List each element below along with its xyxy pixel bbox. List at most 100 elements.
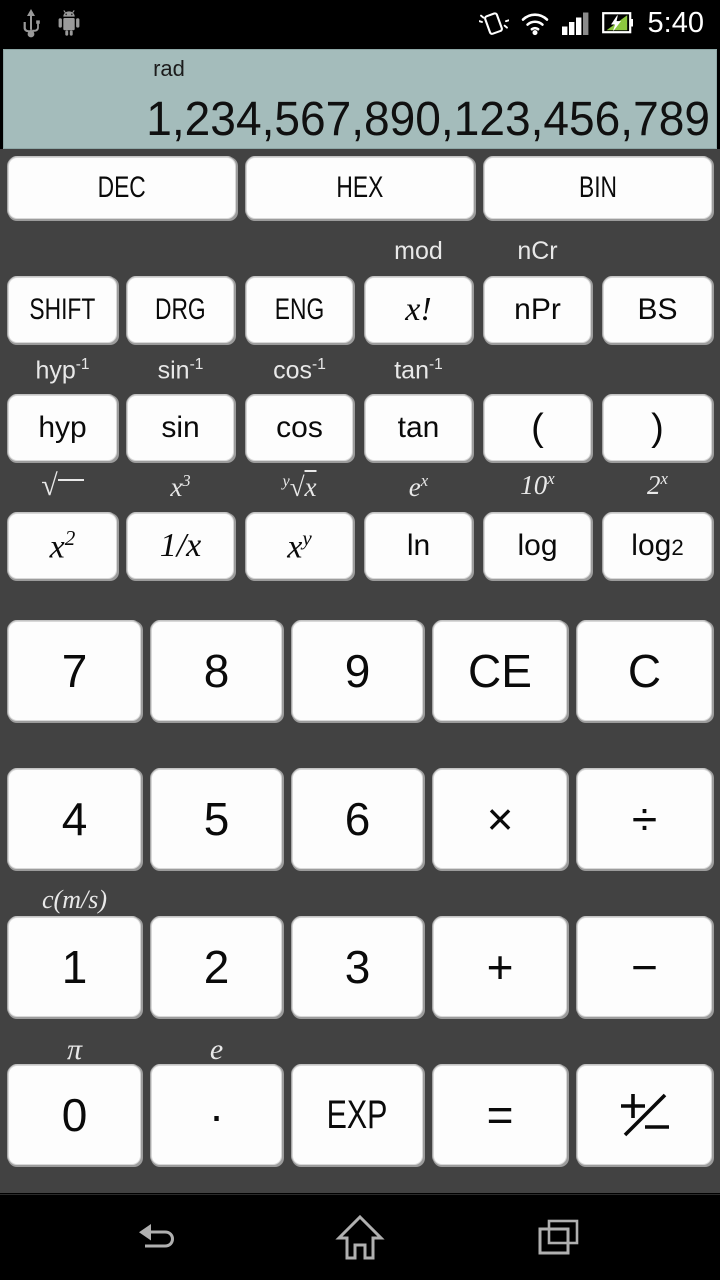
tan-button-label: tan (397, 411, 440, 444)
dec-button-label: DEC (97, 171, 147, 204)
multiply-button[interactable]: × (433, 769, 567, 869)
nav-home-button[interactable] (260, 1195, 460, 1280)
open-paren-button-label: ( (531, 407, 544, 449)
hyp-button[interactable]: hyp (8, 395, 117, 461)
exponent-button-label: EXP (327, 1093, 388, 1137)
sign-toggle-button[interactable] (577, 1065, 712, 1165)
key-0[interactable]: 0 (8, 1065, 141, 1165)
reciprocal-button[interactable]: 1/x (127, 513, 234, 579)
key-2[interactable]: 2 (151, 917, 282, 1017)
angle-mode-indicator: rad (153, 56, 185, 81)
npr-button[interactable]: nPr (484, 277, 591, 343)
key-6[interactable]: 6 (292, 769, 423, 869)
key-6-label: 6 (344, 793, 371, 845)
shift-label-hyp-inverse: hyp-1 (35, 356, 90, 385)
recents-icon (538, 1219, 579, 1255)
key-9[interactable]: 9 (292, 621, 423, 721)
calculator-display[interactable]: rad 1,234,567,890,123,456,789 (3, 49, 717, 149)
dec-button[interactable]: DEC (8, 157, 236, 219)
key-1-label: 1 (61, 941, 88, 993)
shift-label-sin-inverse: sin-1 (157, 356, 204, 385)
bin-button[interactable]: BIN (484, 157, 712, 219)
status-bar: 5:40 (0, 0, 720, 46)
eng-button[interactable]: ENG (246, 277, 353, 343)
shift-label-ncr: nCr (517, 237, 558, 265)
sign-toggle-button-label (615, 1089, 675, 1141)
ln-button[interactable]: ln (365, 513, 472, 579)
log-button-label: log (517, 529, 558, 562)
key-3-label: 3 (344, 941, 371, 993)
add-button[interactable]: + (433, 917, 567, 1017)
equals-button[interactable]: = (433, 1065, 567, 1165)
home-icon (335, 1214, 385, 1260)
android-navigation-bar (0, 1194, 720, 1280)
clear-button-label: C (627, 645, 662, 697)
plus-minus-icon (620, 1093, 669, 1137)
shift-label-pi: π (66, 1033, 83, 1066)
key-7[interactable]: 7 (8, 621, 141, 721)
back-arrow-icon (139, 1224, 174, 1248)
drg-button[interactable]: DRG (127, 277, 234, 343)
key-2-label: 2 (203, 941, 230, 993)
shift-button[interactable]: SHIFT (8, 277, 117, 343)
shift-label-x-cubed: x3 (170, 471, 191, 502)
key-1[interactable]: 1 (8, 917, 141, 1017)
hex-button[interactable]: HEX (246, 157, 474, 219)
key-3[interactable]: 3 (292, 917, 423, 1017)
display-value: 1,234,567,890,123,456,789 (146, 93, 710, 146)
cos-button[interactable]: cos (246, 395, 353, 461)
key-8-label: 8 (203, 645, 230, 697)
key-4-label: 4 (61, 793, 88, 845)
signal-icon (561, 12, 588, 35)
subtract-button[interactable]: − (577, 917, 712, 1017)
clear-entry-button-label: CE (468, 645, 532, 697)
factorial-button-label: x! (405, 291, 432, 328)
close-paren-button[interactable]: ) (603, 395, 712, 461)
decimal-point-button-label: · (208, 1089, 225, 1141)
key-8[interactable]: 8 (151, 621, 282, 721)
factorial-button[interactable]: x! (365, 277, 472, 343)
shift-label-mod: mod (394, 237, 443, 265)
x-to-y-button[interactable]: xy (246, 513, 353, 579)
clear-button[interactable]: C (577, 621, 712, 721)
key-4[interactable]: 4 (8, 769, 141, 869)
subtract-button-label: − (631, 941, 658, 993)
key-9-label: 9 (344, 645, 371, 697)
shift-label-e-to-x: ex (408, 471, 429, 502)
log2-button[interactable]: log2 (603, 513, 712, 579)
calculator-app-screen: 5:40 rad 1,234,567,890,123,456,789 DEC H… (0, 0, 720, 1280)
open-paren-button[interactable]: ( (484, 395, 591, 461)
drg-button-label: DRG (155, 293, 206, 326)
shift-label-e-constant: e (209, 1033, 224, 1066)
nav-recents-button[interactable] (460, 1195, 660, 1280)
log-button[interactable]: log (484, 513, 591, 579)
exponent-button[interactable]: EXP (292, 1065, 423, 1165)
backspace-button[interactable]: BS (603, 277, 712, 343)
shift-label-tan-inverse: tan-1 (394, 356, 443, 385)
shift-label-ten-to-x: 10x (520, 469, 555, 500)
calculator-keypad: DEC HEX BIN mod nCr SHIFT DRG ENG x! nPr… (0, 149, 720, 1193)
log2-button-label: log2 (631, 529, 684, 562)
x-squared-button[interactable]: x2 (8, 513, 117, 579)
decimal-point-button[interactable]: · (151, 1065, 282, 1165)
nav-back-button[interactable] (60, 1195, 260, 1280)
shift-label-speed-of-light: c(m/s) (42, 885, 107, 914)
key-5[interactable]: 5 (151, 769, 282, 869)
hex-button-label: HEX (336, 171, 384, 204)
divide-button[interactable]: ÷ (577, 769, 712, 869)
shift-button-label: SHIFT (29, 293, 96, 326)
ln-button-label: ln (406, 529, 431, 562)
status-bar-clock: 5:40 (647, 6, 704, 39)
eng-button-label: ENG (274, 293, 325, 326)
sin-button[interactable]: sin (127, 395, 234, 461)
key-0-label: 0 (61, 1089, 88, 1141)
x-squared-button-label: x2 (49, 525, 76, 566)
key-7-label: 7 (61, 645, 88, 697)
x-to-y-button-label: xy (287, 525, 312, 566)
backspace-button-label: BS (637, 293, 678, 326)
shift-label-y-root-x: y√x (282, 472, 317, 502)
sin-button-label: sin (161, 411, 200, 444)
clear-entry-button[interactable]: CE (433, 621, 567, 721)
bin-button-label: BIN (578, 171, 617, 204)
tan-button[interactable]: tan (365, 395, 472, 461)
